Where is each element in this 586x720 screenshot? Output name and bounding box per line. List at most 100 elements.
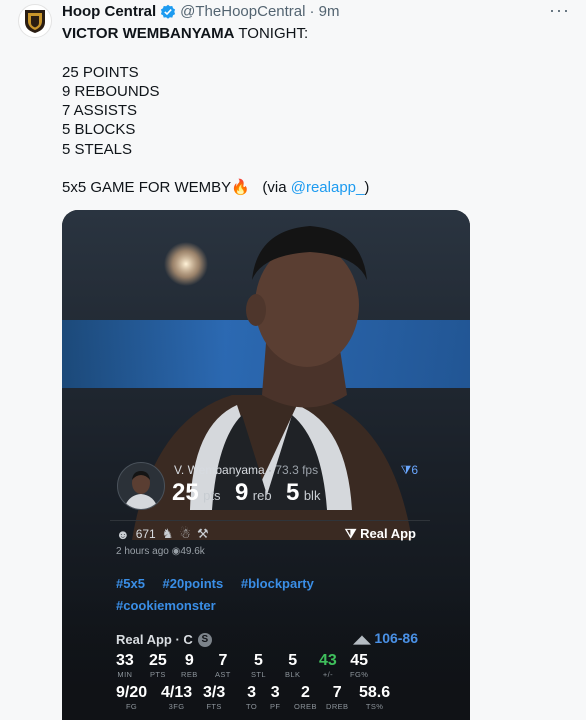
closing-text: 5x5 GAME FOR WEMBY	[62, 179, 232, 197]
media-card[interactable]: V. Wembanyama · 73.3 fps ⧩6 25 pts 9 reb…	[62, 210, 470, 720]
ghost-reaction-icon[interactable]: ☃	[179, 526, 191, 542]
stat-cell: 58.6 TS%	[359, 684, 390, 711]
author-avatar[interactable]	[18, 4, 52, 38]
stat-value: 25	[149, 652, 167, 669]
tweet-time[interactable]: · 9m	[309, 3, 339, 20]
stat-label: MIN	[117, 670, 133, 679]
closing-line: 5x5 GAME FOR WEMBY🔥 (via @realapp_)	[62, 178, 562, 197]
stat-label: FG	[125, 702, 138, 711]
stat-value: 43	[319, 652, 337, 669]
big-stat-value: 5	[286, 479, 300, 506]
stat-cell: 25 PTS	[149, 652, 167, 679]
card-divider	[110, 520, 430, 521]
stat-line: 5 STEALS	[62, 140, 133, 158]
stat-label: OREB	[294, 702, 317, 711]
stat-value: 3/3	[203, 684, 226, 701]
author-handle[interactable]: @TheHoopCentral	[180, 3, 305, 20]
player-name-row: V. Wembanyama · 73.3 fps	[174, 463, 318, 477]
stat-label: STL	[251, 670, 266, 679]
goat-reaction-icon[interactable]: ♞	[162, 526, 174, 542]
stat-value: 33	[116, 652, 134, 669]
stat-value: 2	[300, 684, 310, 701]
stat-cell: 7 AST	[215, 652, 231, 679]
big-stats: 25 pts 9 reb 5 blk	[172, 479, 330, 507]
filter-count: 6	[411, 463, 418, 477]
hashtag[interactable]: #cookiemonster	[116, 598, 216, 613]
player-name: V. Wembanyama	[174, 463, 265, 477]
stat-cell: 33 MIN	[116, 652, 134, 679]
stat-cell: 9 REB	[181, 652, 198, 679]
via-prefix: (via	[249, 179, 291, 197]
stat-value: 45	[350, 652, 369, 669]
smile-reaction-icon[interactable]: ☻	[116, 527, 130, 542]
real-app-button[interactable]: ⧩ Real App	[345, 526, 416, 542]
author-name[interactable]: Hoop Central	[62, 3, 156, 20]
stat-line: 7 ASSISTS	[62, 102, 138, 120]
filter-icon: ⧩	[400, 463, 412, 477]
stat-value: 7	[218, 652, 228, 669]
score-value: 106-86	[374, 630, 418, 646]
more-options-icon[interactable]: ···	[549, 0, 570, 21]
stat-label: FG%	[350, 670, 369, 679]
big-stat-label: blk	[303, 488, 321, 503]
fire-emoji-icon: 🔥	[231, 179, 250, 197]
stat-cell: 7 DREB	[326, 684, 348, 711]
spurs-logo-icon: ◢◣	[353, 634, 371, 646]
stat-value: 7	[332, 684, 342, 701]
score: ◢◣ 106-86	[353, 630, 418, 646]
stat-label: FTS	[206, 702, 222, 711]
shovel-reaction-icon[interactable]: ⚒	[197, 526, 209, 542]
team-row: Real App · C S	[116, 632, 212, 647]
big-stat-label: reb	[252, 488, 272, 503]
stat-cell: 9/20 FG	[116, 684, 147, 711]
stat-label: TO	[246, 702, 258, 711]
stat-value: 9	[184, 652, 194, 669]
stat-line: 25 POINTS	[62, 63, 139, 81]
big-stat-value: 9	[234, 479, 249, 506]
hashtag[interactable]: #5x5	[116, 576, 145, 591]
stat-cell: 2 OREB	[294, 684, 317, 711]
stat-label: DREB	[326, 702, 349, 711]
tweet-header: Hoop Central @TheHoopCentral · 9m	[62, 3, 339, 20]
team-label: Real App · C	[116, 632, 193, 647]
hashtags-line-1: #5x5 #20points #blockparty	[116, 576, 328, 591]
stat-label: PTS	[150, 670, 166, 679]
stat-cell: 4/13 3FG	[161, 684, 192, 711]
headline-bold: VICTOR WEMBANYAMA	[62, 25, 235, 42]
stat-label: 3FG	[168, 702, 185, 711]
team-logo-icon	[25, 10, 45, 33]
stat-cell: 3/3 FTS	[203, 684, 225, 711]
filter-indicator[interactable]: ⧩6	[401, 463, 418, 478]
stat-cell: 45 FG%	[350, 652, 368, 679]
stat-value: 5	[288, 652, 298, 669]
stat-value: 9/20	[116, 684, 148, 701]
stat-value: 3	[270, 684, 280, 701]
time-ago: 2 hours ago	[116, 546, 169, 557]
stat-value: 4/13	[161, 684, 193, 701]
via-link[interactable]: @realapp_	[291, 179, 365, 196]
fps-value: · 73.3 fps	[264, 463, 319, 477]
stat-cell: 3 PF	[270, 684, 280, 711]
stat-cell: 5 BLK	[285, 652, 300, 679]
stat-line: 5 BLOCKS	[62, 121, 136, 139]
stat-cell: 43 +/-	[319, 652, 337, 679]
stat-label: +/-	[322, 670, 333, 679]
real-app-logo-icon: ⧩	[344, 526, 361, 541]
spurs-badge-icon: S	[197, 632, 212, 647]
big-stat-label: pts	[203, 488, 221, 503]
stat-value: 5	[254, 652, 263, 669]
hashtag[interactable]: #20points	[163, 576, 224, 591]
stat-cell: 3 TO	[246, 684, 257, 711]
tweet-headline: VICTOR WEMBANYAMA TONIGHT:	[62, 24, 562, 43]
reaction-row: ☻ 671 ♞ ☃ ⚒	[116, 526, 209, 542]
stat-label: TS%	[365, 702, 384, 711]
stat-line: 9 REBOUNDS	[62, 82, 160, 100]
hashtag[interactable]: #blockparty	[241, 576, 314, 591]
via-suffix: )	[364, 179, 370, 197]
player-mini-avatar[interactable]	[117, 462, 165, 510]
tweet-text: VICTOR WEMBANYAMA TONIGHT: 25 POINTS 9 R…	[62, 24, 562, 198]
real-app-label: Real App	[360, 526, 416, 541]
stat-label: PF	[270, 702, 281, 711]
stat-label: REB	[181, 670, 198, 679]
stat-value: 3	[247, 684, 256, 701]
